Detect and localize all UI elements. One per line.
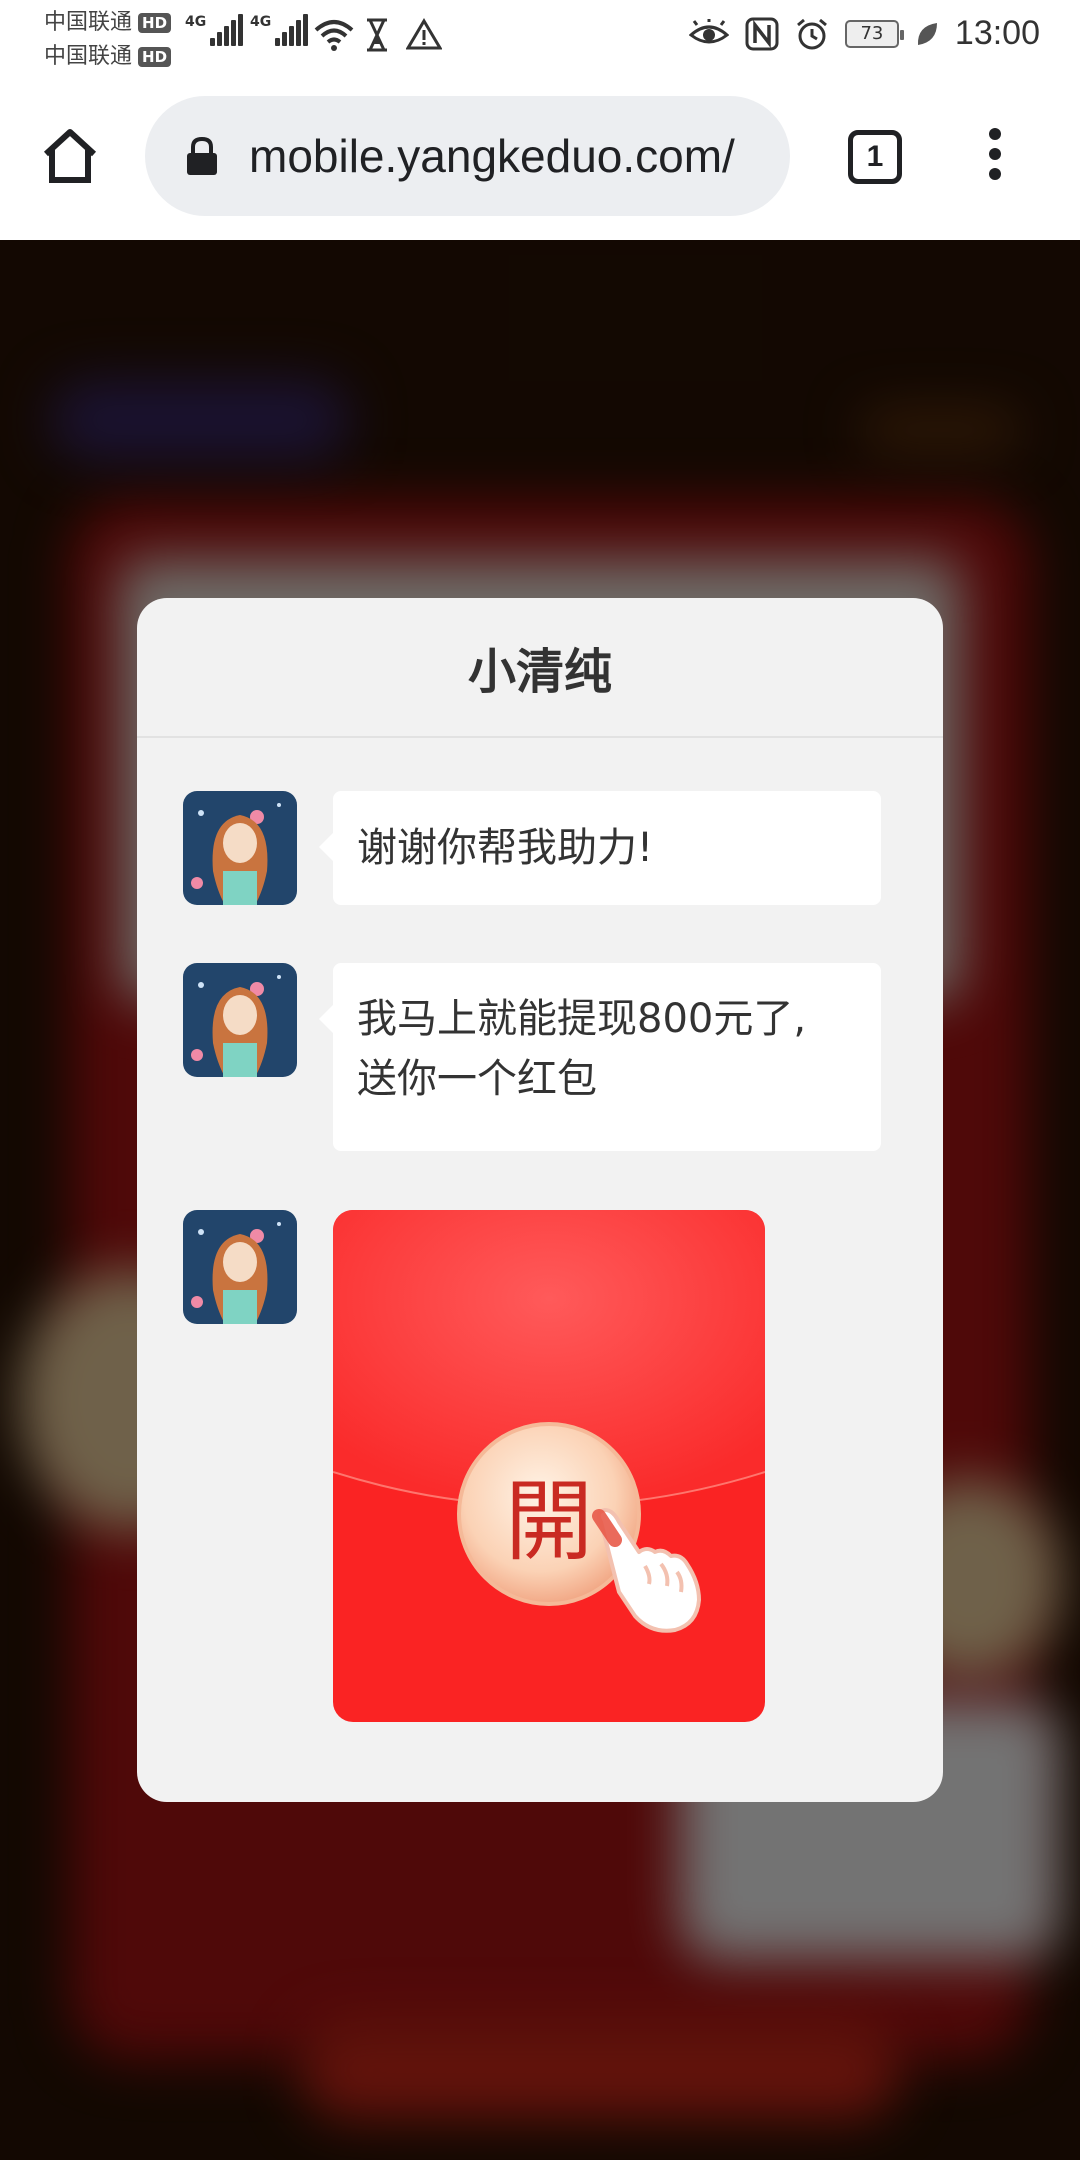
avatar: [183, 963, 297, 1077]
clock: 13:00: [954, 14, 1040, 52]
hourglass-icon: [367, 18, 387, 52]
signal-icon: 4G: [250, 14, 309, 46]
chat-bubble: 我马上就能提现800元了, 送你一个红包: [319, 963, 881, 1151]
home-icon[interactable]: [38, 124, 102, 188]
battery-icon: 73: [844, 19, 904, 48]
chat-message: 開: [183, 1210, 765, 1722]
red-packet-dialog: 小清纯 谢谢你帮我助力! 我马上就能提现800元了, 送你一个红包 開: [137, 598, 943, 1802]
chat-bubble: 谢谢你帮我助力!: [319, 791, 881, 905]
warning-icon: [406, 18, 442, 50]
chat-message: 谢谢你帮我助力!: [183, 791, 881, 905]
more-menu-button[interactable]: [980, 128, 1010, 188]
network-type-label: 4G: [185, 14, 207, 30]
dialog-header: 小清纯: [137, 598, 943, 738]
browser-toolbar: mobile.yangkeduo.com/ 1: [0, 72, 1080, 240]
carrier-1-label: 中国联通: [44, 10, 133, 35]
status-right-group: 73 13:00: [688, 14, 1040, 53]
carrier-2-label: 中国联通: [44, 44, 133, 69]
message-text-line: 送你一个红包: [357, 1056, 597, 1102]
red-packet[interactable]: 開: [333, 1210, 765, 1722]
carrier-info: 中国联通 HD 中国联通 HD: [44, 6, 172, 74]
address-bar[interactable]: mobile.yangkeduo.com/: [145, 96, 790, 216]
battery-level: 73: [860, 23, 884, 44]
eye-comfort-icon: [688, 18, 729, 43]
avatar: [183, 1210, 297, 1324]
menu-dot-icon: [989, 148, 1001, 160]
network-type-label: 4G: [250, 14, 272, 30]
nfc-icon: [745, 17, 779, 50]
hd-badge: HD: [138, 13, 172, 33]
chat-message: 我马上就能提现800元了, 送你一个红包: [183, 963, 881, 1151]
tab-switcher-button[interactable]: 1: [848, 130, 902, 184]
url-text[interactable]: mobile.yangkeduo.com/: [249, 129, 735, 183]
message-text: 谢谢你帮我助力!: [357, 825, 654, 871]
avatar: [183, 791, 297, 905]
dialog-title: 小清纯: [467, 644, 612, 700]
menu-dot-icon: [989, 128, 1001, 140]
leaf-icon: [917, 22, 937, 45]
tab-count: 1: [866, 140, 884, 173]
pointing-hand-icon: [592, 1508, 701, 1633]
alarm-icon: [796, 18, 827, 49]
wifi-icon: [314, 20, 354, 51]
open-label: 開: [504, 1469, 593, 1573]
status-bar: 中国联通 HD 中国联通 HD 4G 4G 73 13:00: [0, 0, 1080, 72]
hd-badge: HD: [138, 47, 172, 67]
signal-icon: 4G: [185, 14, 244, 46]
lock-icon: [187, 136, 217, 175]
menu-dot-icon: [989, 168, 1001, 180]
message-text-line: 我马上就能提现800元了,: [357, 996, 807, 1042]
